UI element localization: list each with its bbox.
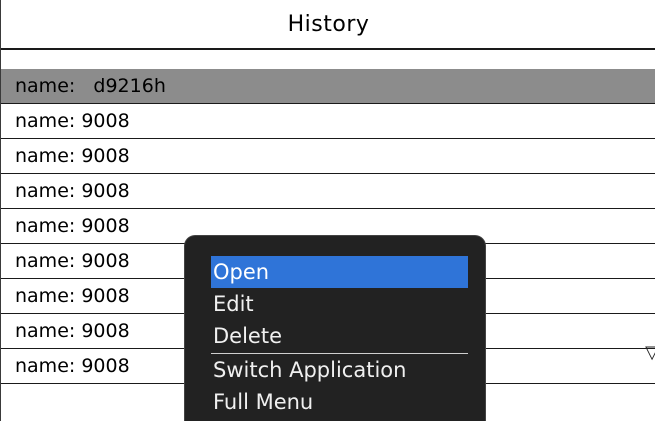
context-menu-items: Open Edit Delete Switch Application Full…: [211, 256, 468, 418]
list-item[interactable]: name: d9216h: [1, 69, 655, 104]
menu-item-edit[interactable]: Edit: [211, 288, 468, 320]
history-screen: History name: d9216h name: 9008 name: 90…: [0, 0, 655, 421]
context-menu: Open Edit Delete Switch Application Full…: [185, 236, 485, 421]
screen-title: History: [1, 0, 655, 50]
scroll-down-icon[interactable]: ▽: [645, 342, 655, 363]
menu-item-switch-application[interactable]: Switch Application: [211, 354, 468, 386]
list-item[interactable]: name: 9008: [1, 139, 655, 174]
list-item[interactable]: name: 9008: [1, 174, 655, 209]
menu-item-delete[interactable]: Delete: [211, 320, 468, 352]
list-item[interactable]: name: 9008: [1, 104, 655, 139]
menu-item-full-menu[interactable]: Full Menu: [211, 386, 468, 418]
menu-item-open[interactable]: Open: [211, 256, 468, 288]
